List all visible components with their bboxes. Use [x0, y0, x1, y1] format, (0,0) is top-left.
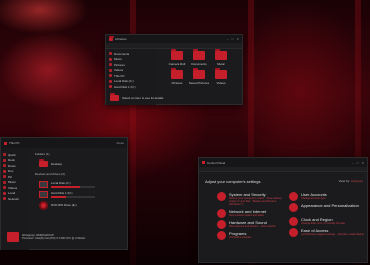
drive-icon [109, 85, 112, 89]
folder-icon [171, 68, 183, 79]
pictures-icon [109, 63, 112, 67]
close-button[interactable]: Close [116, 141, 124, 145]
cp-item-system-security[interactable]: System and Security Review your computer'… [217, 192, 287, 206]
folder-tile[interactable]: Music [210, 49, 232, 66]
star-icon [3, 153, 6, 157]
folder-item-desktop[interactable]: Desktop [39, 159, 127, 169]
accessibility-icon [289, 228, 298, 237]
address-bar[interactable] [199, 167, 367, 172]
clock-icon [289, 217, 298, 226]
folder-icon [109, 35, 114, 41]
maximize-icon[interactable]: □ [357, 161, 359, 165]
thispc-titlebar[interactable]: This PC Close [1, 138, 127, 148]
pc-icon [4, 141, 7, 145]
close-icon[interactable]: ✕ [236, 37, 239, 41]
close-icon[interactable]: ✕ [361, 161, 364, 165]
download-icon [3, 164, 6, 168]
folders-header: Folders (1) [35, 152, 50, 156]
cp-left-column: System and Security Review your computer'… [217, 192, 287, 242]
details-pane: Workgroup: WORKGROUP Processor: Intel(R)… [7, 232, 127, 242]
network-icon [3, 197, 6, 201]
explorer-titlebar[interactable]: Libraries – □ ✕ [106, 35, 242, 43]
music-icon [3, 180, 6, 184]
pictures-icon [3, 175, 6, 179]
folder-tile[interactable]: Saved Pictures [188, 68, 210, 85]
hard-drive-icon [39, 180, 48, 188]
devices-header: Devices and drives (3) [35, 172, 65, 176]
drive-item[interactable]: Local Disk (C:) [39, 179, 127, 189]
cp-right-column: User Accounts Change account type Appeara… [289, 192, 365, 239]
control-panel-window: Control Panel – □ ✕ Adjust your computer's… [198, 157, 368, 263]
pc-icon [109, 74, 112, 78]
folder-icon [193, 49, 205, 60]
content-area: Folders (1) Desktop Devices and drives (… [35, 152, 127, 211]
thispc-window: This PC Close Quick Desk Down Doc Pic Mu… [0, 137, 128, 250]
cp-item-hardware[interactable]: Hardware and Sound View devices and print… [217, 220, 287, 231]
drive-icon [3, 191, 6, 195]
users-icon [289, 192, 298, 201]
status-bar: Select an item to see its details [110, 93, 164, 101]
folder-icon [110, 93, 119, 101]
nav-item[interactable]: Network [3, 196, 27, 202]
drive-item[interactable]: DVD RW Drive (E:) [39, 199, 127, 211]
drive-usage-bar [51, 195, 95, 198]
control-panel-icon [202, 161, 205, 164]
explorer-window: Libraries – □ ✕ Documents Music Pictures V… [105, 34, 243, 105]
drive-icon [109, 79, 112, 83]
folder-tile[interactable]: Pictures [166, 68, 188, 85]
view-by-control[interactable]: View by: Category [339, 179, 363, 183]
drive-usage-bar [51, 185, 95, 188]
programs-icon [217, 231, 226, 240]
nav-item-hard-disk[interactable]: Hard Disk 1 (D:) [109, 84, 153, 90]
cp-item-ease-of-access[interactable]: Ease of Access Let Windows suggest settin… [289, 228, 365, 239]
cp-item-programs[interactable]: Programs Uninstall a program [217, 231, 287, 242]
folder-icon [215, 49, 227, 60]
content-area: Camera Roll Documents Music Pictures Sav… [166, 49, 242, 85]
music-icon [109, 57, 112, 61]
window-title: Libraries [115, 37, 127, 41]
network-icon [217, 209, 226, 218]
videos-icon [3, 186, 6, 190]
documents-icon [109, 52, 112, 56]
minimize-icon[interactable]: – [227, 37, 229, 41]
cp-item-clock-region[interactable]: Clock and Region Change date, time, or nu… [289, 217, 365, 228]
page-title: Adjust your computer's settings [205, 179, 261, 184]
window-title: Control Panel [207, 160, 226, 165]
cp-item-user-accounts[interactable]: User Accounts Change account type [289, 192, 365, 203]
status-text: Select an item to see its details [122, 96, 164, 100]
minimize-icon[interactable]: – [352, 161, 354, 165]
cp-item-appearance[interactable]: Appearance and Personalization [289, 203, 365, 214]
desktop-icon [3, 158, 6, 162]
folder-tile[interactable]: Documents [188, 49, 210, 66]
videos-icon [109, 68, 112, 72]
folder-icon [171, 49, 183, 60]
folder-icon [215, 68, 227, 79]
shield-icon [217, 192, 226, 201]
dvd-icon [39, 200, 48, 210]
desktop-icon [39, 159, 48, 167]
maximize-icon[interactable]: □ [232, 37, 234, 41]
computer-icon [7, 232, 19, 242]
appearance-icon [289, 203, 298, 212]
cp-item-network[interactable]: Network and Internet View network status … [217, 209, 287, 220]
window-title: This PC [9, 141, 20, 145]
cp-titlebar[interactable]: Control Panel – □ ✕ [199, 158, 367, 167]
folder-tile[interactable]: Videos [210, 68, 232, 85]
drive-item[interactable]: Hard Disk 1 (D:) [39, 189, 127, 199]
folder-tile[interactable]: Camera Roll [166, 49, 188, 66]
folder-icon [193, 68, 205, 79]
documents-icon [3, 169, 6, 173]
hard-drive-icon [39, 190, 48, 198]
printer-icon [217, 220, 226, 229]
